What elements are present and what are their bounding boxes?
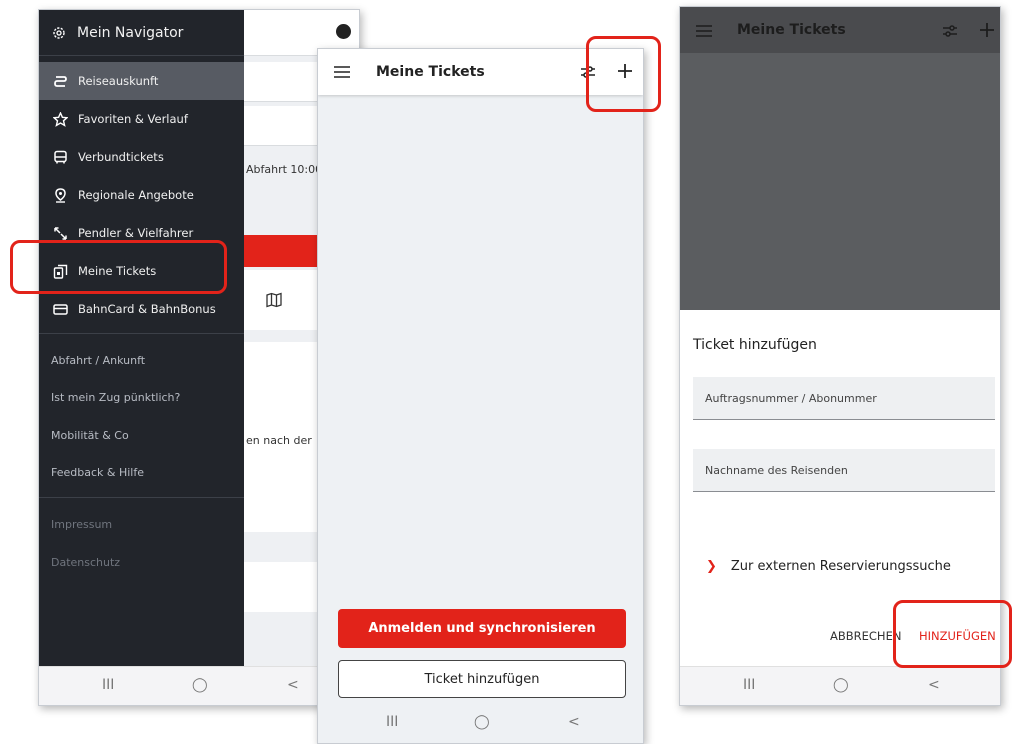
drawer-divider — [39, 497, 244, 498]
traveler-name-field[interactable]: Nachname des Reisenden — [693, 449, 995, 492]
page-title: Meine Tickets — [376, 64, 485, 80]
drawer-title: Mein Navigator — [77, 24, 184, 41]
android-nav-bar: III ◯ < — [680, 666, 1000, 705]
drawer-item-bahncard[interactable]: BahnCard & BahnBonus — [39, 290, 244, 328]
route-icon — [51, 72, 69, 90]
home-button[interactable]: ◯ — [192, 677, 208, 693]
location-pin-icon — [51, 186, 69, 204]
map-icon[interactable] — [266, 292, 282, 308]
star-icon — [51, 110, 69, 128]
card-icon — [51, 300, 69, 318]
phone-navigator-screen: Abfahrt 10:00 en nach der Mein Navigator… — [38, 9, 360, 706]
order-number-field[interactable]: Auftragsnummer / Abonummer — [693, 377, 995, 420]
dimmed-overlay[interactable]: Meine Tickets — [680, 7, 1000, 310]
drawer-item-label: BahnCard & BahnBonus — [78, 302, 216, 316]
drawer-item-verbundtickets[interactable]: Verbundtickets — [39, 138, 244, 176]
recent-apps-button[interactable]: III — [102, 677, 114, 693]
clock-icon[interactable] — [336, 24, 351, 39]
android-nav-bar: III ◯ < — [39, 666, 359, 705]
highlight-meine-tickets — [10, 240, 227, 294]
dialog-title: Ticket hinzufügen — [693, 337, 817, 353]
page-title: Meine Tickets — [737, 22, 846, 38]
sync-login-button[interactable]: Anmelden und synchronisieren — [338, 609, 626, 648]
drawer-link-impressum[interactable]: Impressum — [51, 518, 112, 531]
back-button[interactable]: < — [928, 677, 940, 693]
app-bar-dimmed: Meine Tickets — [680, 7, 1000, 53]
chevron-right-icon: ❯ — [706, 559, 717, 574]
drawer-item-favoriten[interactable]: Favoriten & Verlauf — [39, 100, 244, 138]
highlight-hinzufuegen — [893, 600, 1012, 668]
recent-apps-button[interactable]: III — [386, 714, 398, 730]
traveler-name-placeholder: Nachname des Reisenden — [705, 464, 848, 477]
external-link-label: Zur externen Reservierungssuche — [730, 559, 951, 574]
home-button[interactable]: ◯ — [833, 677, 849, 693]
drawer-link-datenschutz[interactable]: Datenschutz — [51, 556, 120, 569]
recent-apps-button[interactable]: III — [743, 677, 755, 693]
phone-meine-tickets-screen: Meine Tickets Anmelden und synchronisier… — [317, 48, 644, 744]
highlight-add-icon — [586, 36, 661, 112]
navigation-drawer: Mein Navigator Reiseauskunft Favoriten &… — [39, 10, 244, 668]
drawer-header: Mein Navigator — [39, 10, 244, 56]
drawer-item-reiseauskunft[interactable]: Reiseauskunft — [39, 62, 244, 100]
back-button[interactable]: < — [568, 714, 580, 730]
drawer-link-puenktlich[interactable]: Ist mein Zug pünktlich? — [51, 391, 180, 404]
drawer-divider — [39, 333, 244, 334]
add-icon[interactable] — [980, 23, 994, 37]
back-button[interactable]: < — [287, 677, 299, 693]
drawer-link-mobilitaet[interactable]: Mobilität & Co — [51, 429, 129, 442]
menu-icon[interactable] — [696, 25, 712, 37]
drawer-item-label: Regionale Angebote — [78, 188, 194, 202]
bg-card-text: en nach der — [246, 434, 312, 447]
menu-icon[interactable] — [334, 66, 350, 78]
android-nav-bar: III ◯ < — [318, 704, 643, 743]
add-ticket-button[interactable]: Ticket hinzufügen — [338, 660, 626, 698]
gear-icon — [53, 26, 65, 39]
drawer-link-feedback[interactable]: Feedback & Hilfe — [51, 466, 144, 479]
drawer-item-label: Favoriten & Verlauf — [78, 112, 188, 126]
external-reservation-link[interactable]: ❯ Zur externen Reservierungssuche — [706, 559, 951, 574]
cancel-button[interactable]: ABBRECHEN — [830, 629, 901, 643]
drawer-item-regionale-angebote[interactable]: Regionale Angebote — [39, 176, 244, 214]
filter-icon[interactable] — [942, 24, 958, 38]
bg-departure-text: Abfahrt 10:00 — [246, 163, 323, 176]
order-number-placeholder: Auftragsnummer / Abonummer — [705, 392, 877, 405]
drawer-link-abfahrt[interactable]: Abfahrt / Ankunft — [51, 354, 145, 367]
bus-icon — [51, 148, 69, 166]
drawer-item-label: Verbundtickets — [78, 150, 164, 164]
drawer-item-label: Reiseauskunft — [78, 74, 159, 88]
home-button[interactable]: ◯ — [474, 714, 490, 730]
drawer-item-label: Pendler & Vielfahrer — [78, 226, 194, 240]
